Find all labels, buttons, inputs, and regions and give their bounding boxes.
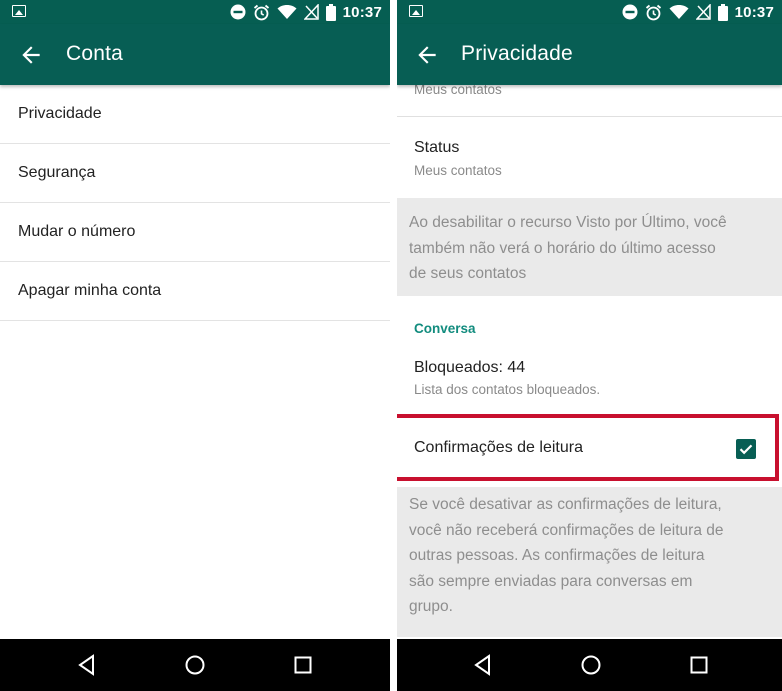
alarm-icon (645, 4, 661, 20)
note-line: outras pessoas. As confirmações de leitu… (409, 547, 705, 564)
status-bar: 10:37 (0, 0, 390, 24)
note-line: grupo. (409, 598, 453, 615)
setting-title: Confirmações de leitura (414, 439, 583, 456)
note-line: Ao desabilitar o recurso Visto por Últim… (409, 214, 727, 231)
nav-bar (397, 639, 782, 691)
no-signal-icon (303, 4, 319, 20)
setting-title: Status (414, 139, 460, 156)
check-icon (739, 444, 753, 455)
setting-subtitle: Meus contatos (414, 163, 502, 178)
status-time: 10:37 (734, 3, 774, 21)
gallery-icon (409, 5, 423, 17)
gallery-icon (12, 5, 26, 17)
note-line: são sempre enviadas para conversas em (409, 572, 693, 590)
read-receipts-checkbox[interactable] (736, 439, 756, 459)
wifi-icon (277, 5, 297, 19)
account-menu: Privacidade Segurança Mudar o número Apa… (0, 85, 390, 321)
setting-subtitle: Lista dos contatos bloqueados. (414, 382, 601, 397)
nav-recents-icon[interactable] (292, 654, 314, 676)
app-bar: Privacidade (397, 24, 782, 85)
nav-recents-icon[interactable] (688, 654, 710, 676)
nav-back-icon[interactable] (472, 654, 494, 676)
back-arrow-icon[interactable] (414, 42, 440, 68)
screen-privacy: 10:37 Privacidade Meus contatos Status M… (397, 0, 782, 691)
read-receipts-note: Se você desativar as confirmações de lei… (397, 487, 782, 637)
note-line: também não verá o horário do último aces… (409, 239, 716, 257)
section-header-conversa: Conversa (414, 321, 476, 336)
page-title: Conta (66, 42, 124, 65)
screen-account: 10:37 Conta Privacidade Segurança Mudar … (0, 0, 390, 691)
setting-status[interactable]: Status Meus contatos (397, 117, 782, 197)
wifi-icon (669, 5, 689, 19)
status-time: 10:37 (342, 3, 382, 21)
last-seen-note: Ao desabilitar o recurso Visto por Últim… (397, 198, 782, 296)
battery-icon (325, 3, 336, 21)
nav-back-icon[interactable] (76, 654, 98, 676)
note-line: Se você desativar as confirmações de lei… (409, 496, 722, 513)
page-title: Privacidade (461, 42, 573, 65)
note-line: de seus contatos (409, 265, 527, 282)
app-bar: Conta (0, 24, 390, 85)
alarm-icon (253, 4, 269, 20)
screen-divider (390, 0, 397, 691)
battery-icon (717, 3, 728, 21)
setting-blocked[interactable]: Bloqueados: 44 Lista dos contatos bloque… (397, 341, 782, 403)
nav-home-icon[interactable] (580, 654, 602, 676)
nav-home-icon[interactable] (184, 654, 206, 676)
menu-item-change-number[interactable]: Mudar o número (0, 203, 390, 262)
menu-item-delete-account[interactable]: Apagar minha conta (0, 262, 390, 321)
menu-item-privacy[interactable]: Privacidade (0, 85, 390, 144)
setting-title: Bloqueados: 44 (414, 359, 526, 376)
menu-item-security[interactable]: Segurança (0, 144, 390, 203)
dnd-icon (622, 4, 638, 20)
no-signal-icon (695, 4, 711, 20)
dnd-icon (230, 4, 246, 20)
highlight-frame: Confirmações de leitura (397, 414, 779, 481)
privacy-settings-list: Meus contatos Status Meus contatos Ao de… (397, 82, 782, 639)
note-line: você não receberá confirmações de leitur… (409, 521, 724, 539)
nav-bar (0, 639, 390, 691)
status-bar: 10:37 (397, 0, 782, 24)
back-arrow-icon[interactable] (18, 42, 44, 68)
setting-read-receipts[interactable]: Confirmações de leitura (397, 418, 775, 477)
